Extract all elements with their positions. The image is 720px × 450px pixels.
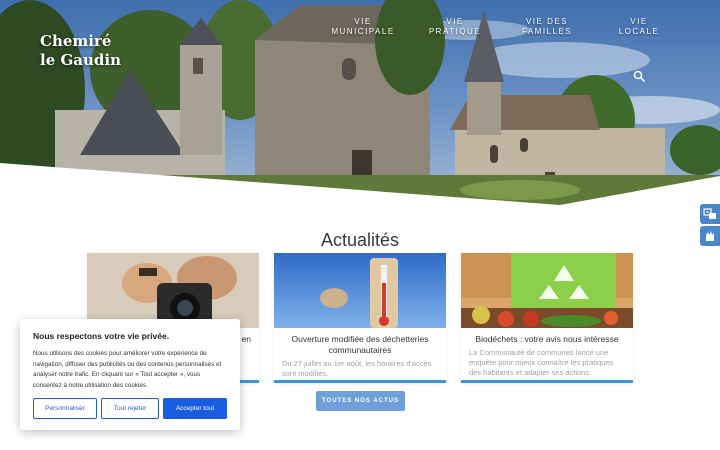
news-card-2[interactable]: Ouverture modifiée des déchetteries comm… (274, 253, 446, 383)
cookie-title: Nous respectons votre vie privée. (33, 331, 170, 341)
cookie-reject-button[interactable]: Tout rejeter (101, 398, 159, 419)
hero-banner: Chemiré le Gaudin VIE MUNICIPALE VIE PRA… (0, 0, 720, 215)
logo-line1: Chemiré (40, 32, 112, 50)
card-title[interactable]: Biodéchets : votre avis nous intéresse (461, 334, 633, 345)
news-section-title: Actualités (320, 230, 400, 250)
nav-label-line1: VIE (354, 17, 372, 26)
nav-label-line2: MUNICIPALE (331, 27, 395, 36)
translate-icon (703, 208, 716, 219)
card-image (87, 253, 259, 328)
cookie-buttons: Personnaliser Tout rejeter Accepter tout (33, 398, 227, 419)
logo-line2: le Gaudin (40, 51, 121, 69)
nav-label-line1: VIE (630, 17, 648, 26)
news-card-3[interactable]: Biodéchets : votre avis nous intéresse L… (461, 253, 633, 383)
page: Chemiré le Gaudin VIE MUNICIPALE VIE PRA… (0, 0, 720, 450)
card-image (461, 253, 633, 328)
cookie-banner: Nous respectons votre vie privée. Nous u… (20, 319, 240, 430)
card-description: Du 27 juillet au 1er août, les horaires … (282, 359, 432, 378)
nav-item-vie-pratique[interactable]: VIE PRATIQUE (427, 17, 483, 37)
nav-label-line2: PRATIQUE (428, 27, 482, 36)
nav-label-line1: VIE (446, 17, 464, 26)
nav-item-vie-des-familles[interactable]: VIE DES FAMILLES (519, 17, 575, 37)
cookie-customize-button[interactable]: Personnaliser (33, 398, 97, 419)
cookie-accept-button[interactable]: Accepter tout (163, 398, 227, 419)
site-logo[interactable]: Chemiré le Gaudin (40, 32, 121, 70)
nav-item-vie-locale[interactable]: VIE LOCALE (613, 17, 665, 37)
all-news-button[interactable]: TOUTES NOS ACTUS (316, 391, 405, 411)
nav-label-line1: VIE DES (525, 17, 569, 26)
translate-button[interactable] (700, 204, 720, 224)
nav-item-vie-municipale[interactable]: VIE MUNICIPALE (330, 17, 396, 37)
card-image (274, 253, 446, 328)
cookie-text: Nous utilisons des cookies pour améliore… (33, 350, 222, 389)
card-description: La Communauté de communes lance une enqu… (469, 348, 614, 377)
card-title[interactable]: Ouverture modifiée des déchetteries comm… (274, 334, 446, 356)
search-icon[interactable] (633, 70, 645, 82)
nav-label-line2: LOCALE (618, 27, 660, 36)
nav-label-line2: FAMILLES (521, 27, 573, 36)
